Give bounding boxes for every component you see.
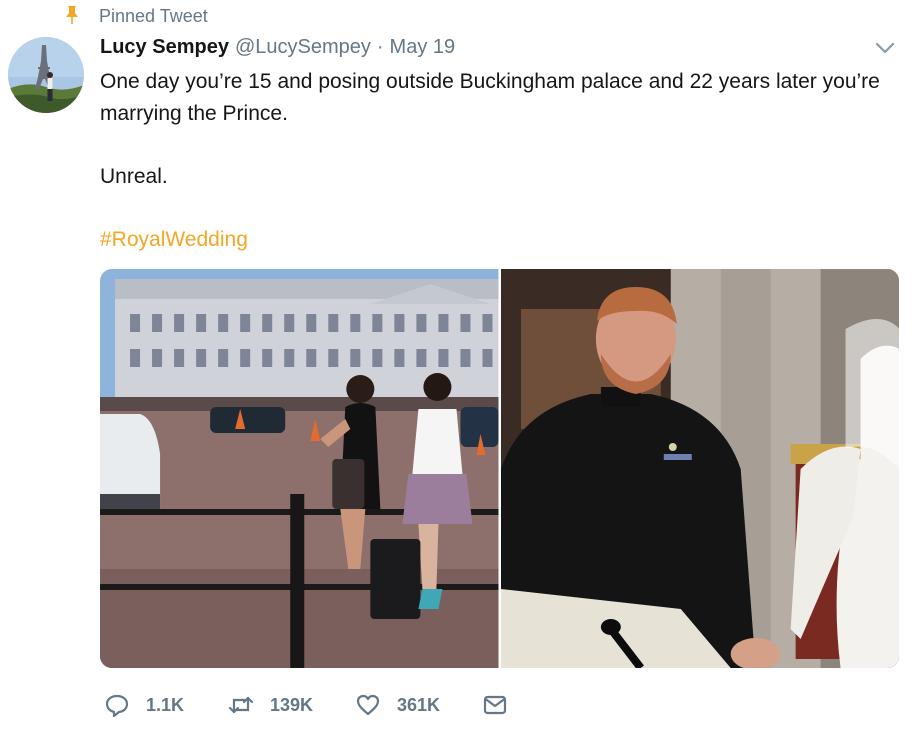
heart-icon xyxy=(356,694,380,716)
envelope-icon xyxy=(483,695,507,715)
direct-message-button[interactable] xyxy=(482,692,508,718)
tweet-text-paragraph: One day you’re 15 and posing outside Buc… xyxy=(100,70,880,125)
reply-button[interactable]: 1.1K xyxy=(104,692,184,718)
separator-dot: · xyxy=(376,36,384,58)
photo-buckingham-palace[interactable] xyxy=(100,269,499,668)
avatar[interactable] xyxy=(8,37,84,113)
pin-icon xyxy=(66,6,78,24)
pinned-indicator: Pinned Tweet xyxy=(62,4,208,26)
retweet-button[interactable]: 139K xyxy=(228,692,313,718)
author-handle[interactable]: @LucySempey xyxy=(235,36,371,59)
author-name[interactable]: Lucy Sempey xyxy=(100,36,229,59)
chevron-down-icon[interactable] xyxy=(873,38,897,58)
tweet-text-paragraph: Unreal. xyxy=(100,165,168,188)
pinned-label: Pinned Tweet xyxy=(99,6,208,26)
photo-royal-wedding[interactable] xyxy=(500,269,899,668)
retweet-count: 139K xyxy=(270,694,314,715)
tweet-text: One day you’re 15 and posing outside Buc… xyxy=(100,66,880,256)
like-count: 361K xyxy=(397,694,441,715)
tweet-date[interactable]: May 19 xyxy=(390,36,456,59)
like-button[interactable]: 361K xyxy=(355,692,440,718)
hashtag-link[interactable]: #RoyalWedding xyxy=(100,228,248,251)
reply-icon xyxy=(105,694,129,718)
retweet-icon xyxy=(228,696,254,714)
tweet-header: Lucy Sempey @LucySempey · May 19 xyxy=(100,36,455,59)
reply-count: 1.1K xyxy=(146,694,185,715)
tweet-media xyxy=(100,269,899,668)
